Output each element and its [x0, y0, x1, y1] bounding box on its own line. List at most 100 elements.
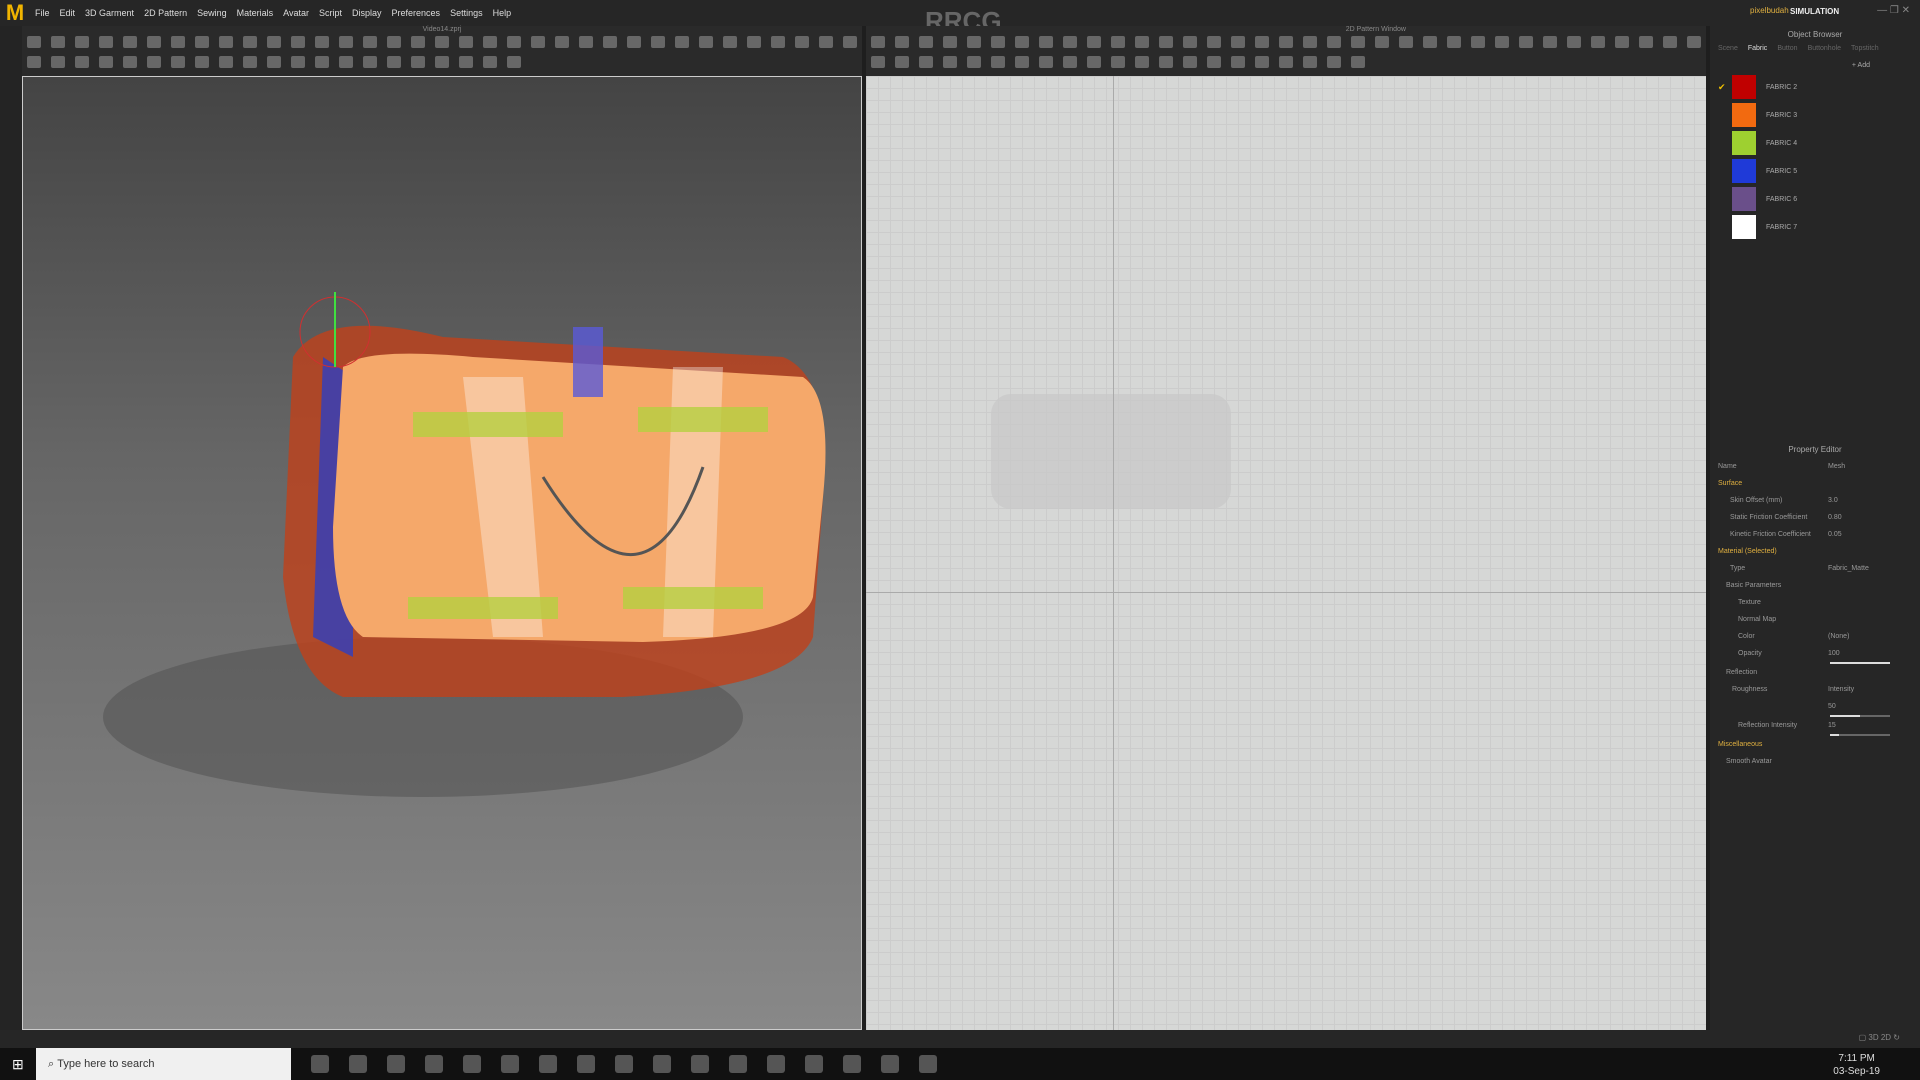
clock[interactable]: 7:11 PM 03-Sep-19	[1833, 1052, 1880, 1078]
tool-icon[interactable]	[1255, 36, 1269, 48]
property-value[interactable]: Intensity	[1828, 686, 1854, 693]
tool-icon[interactable]	[123, 36, 137, 48]
tool-icon[interactable]	[919, 36, 933, 48]
tool-icon[interactable]	[871, 36, 885, 48]
tool-icon[interactable]	[1039, 56, 1053, 68]
tool-icon[interactable]	[27, 56, 41, 68]
tool-icon[interactable]	[507, 36, 521, 48]
property-slider[interactable]	[1830, 734, 1890, 736]
add-fabric-button[interactable]: + Add	[1710, 54, 1920, 73]
tool-icon[interactable]	[1279, 36, 1293, 48]
tool-icon[interactable]	[147, 56, 161, 68]
tab-topstitch[interactable]: Topstitch	[1851, 45, 1879, 52]
tab-buttonhole[interactable]: Buttonhole	[1808, 45, 1841, 52]
property-row[interactable]: Texture	[1718, 594, 1920, 611]
tool-icon[interactable]	[1135, 36, 1149, 48]
property-slider[interactable]	[1830, 715, 1890, 717]
tool-icon[interactable]	[1687, 36, 1701, 48]
tool-icon[interactable]	[1183, 56, 1197, 68]
tool-icon[interactable]	[243, 56, 257, 68]
tool-icon[interactable]	[1303, 56, 1317, 68]
tool-icon[interactable]	[267, 36, 281, 48]
tool-icon[interactable]	[435, 56, 449, 68]
taskbar-app-icon[interactable]	[805, 1055, 823, 1073]
tool-icon[interactable]	[411, 56, 425, 68]
property-value[interactable]: Mesh	[1828, 463, 1845, 470]
tool-icon[interactable]	[195, 56, 209, 68]
taskbar-app-icon[interactable]	[501, 1055, 519, 1073]
menu-preferences[interactable]: Preferences	[387, 8, 446, 18]
property-row[interactable]: Type Fabric_Matte	[1718, 560, 1920, 577]
tool-icon[interactable]	[1231, 36, 1245, 48]
user-name[interactable]: pixelbudah	[1750, 6, 1789, 15]
property-row[interactable]: Color (None)	[1718, 628, 1920, 645]
taskbar-app-icon[interactable]	[349, 1055, 367, 1073]
tool-icon[interactable]	[483, 36, 497, 48]
tab-fabric[interactable]: Fabric	[1748, 45, 1767, 52]
tool-icon[interactable]	[603, 36, 617, 48]
tool-icon[interactable]	[1015, 56, 1029, 68]
property-row[interactable]: Reflection Intensity 15	[1718, 717, 1920, 734]
fabric-item[interactable]: FABRIC 7	[1710, 213, 1920, 241]
tool-icon[interactable]	[1447, 36, 1461, 48]
tool-icon[interactable]	[1351, 36, 1365, 48]
property-value[interactable]: 3.0	[1828, 497, 1838, 504]
property-row[interactable]: Opacity 100	[1718, 645, 1920, 662]
menu-avatar[interactable]: Avatar	[278, 8, 314, 18]
tool-icon[interactable]	[1471, 36, 1485, 48]
tool-icon[interactable]	[771, 36, 785, 48]
tool-icon[interactable]	[1015, 36, 1029, 48]
tool-icon[interactable]	[1543, 36, 1557, 48]
taskbar-app-icon[interactable]	[729, 1055, 747, 1073]
tool-icon[interactable]	[627, 36, 641, 48]
tool-icon[interactable]	[967, 36, 981, 48]
menu-display[interactable]: Display	[347, 8, 387, 18]
property-row[interactable]: Normal Map	[1718, 611, 1920, 628]
tool-icon[interactable]	[1495, 36, 1509, 48]
tool-icon[interactable]	[75, 36, 89, 48]
fabric-item[interactable]: ✔ FABRIC 2	[1710, 73, 1920, 101]
tool-icon[interactable]	[459, 36, 473, 48]
tool-icon[interactable]	[819, 36, 833, 48]
tool-icon[interactable]	[1639, 36, 1653, 48]
tool-icon[interactable]	[1399, 36, 1413, 48]
tool-icon[interactable]	[895, 36, 909, 48]
property-value[interactable]: 15	[1828, 722, 1836, 729]
property-value[interactable]: 50	[1828, 703, 1836, 710]
menu-3d-garment[interactable]: 3D Garment	[80, 8, 139, 18]
tool-icon[interactable]	[795, 36, 809, 48]
tool-icon[interactable]	[339, 56, 353, 68]
tool-icon[interactable]	[579, 36, 593, 48]
tool-icon[interactable]	[219, 36, 233, 48]
tool-icon[interactable]	[1663, 36, 1677, 48]
tool-icon[interactable]	[747, 36, 761, 48]
tool-icon[interactable]	[27, 36, 41, 48]
tool-icon[interactable]	[99, 56, 113, 68]
tool-icon[interactable]	[387, 36, 401, 48]
tool-icon[interactable]	[1087, 56, 1101, 68]
view-mode-buttons[interactable]: ▢ 3D 2D ↻	[1859, 1033, 1900, 1042]
tool-icon[interactable]	[1327, 36, 1341, 48]
property-row[interactable]: Smooth Avatar	[1718, 753, 1920, 770]
2d-pattern-window[interactable]	[866, 76, 1706, 1030]
fabric-item[interactable]: FABRIC 5	[1710, 157, 1920, 185]
tool-icon[interactable]	[723, 36, 737, 48]
tool-icon[interactable]	[267, 56, 281, 68]
tool-icon[interactable]	[1135, 56, 1149, 68]
menu-file[interactable]: File	[30, 8, 55, 18]
property-value[interactable]: (None)	[1828, 633, 1849, 640]
tool-icon[interactable]	[147, 36, 161, 48]
tool-icon[interactable]	[1255, 56, 1269, 68]
tool-icon[interactable]	[1615, 36, 1629, 48]
taskbar-app-icon[interactable]	[577, 1055, 595, 1073]
tool-icon[interactable]	[387, 56, 401, 68]
tool-icon[interactable]	[315, 36, 329, 48]
tool-icon[interactable]	[1159, 36, 1173, 48]
tool-icon[interactable]	[919, 56, 933, 68]
menu-settings[interactable]: Settings	[445, 8, 488, 18]
tool-icon[interactable]	[531, 36, 545, 48]
property-value[interactable]: Fabric_Matte	[1828, 565, 1869, 572]
property-row[interactable]: Material (Selected)	[1718, 543, 1920, 560]
taskbar-app-icon[interactable]	[691, 1055, 709, 1073]
taskbar-app-icon[interactable]	[843, 1055, 861, 1073]
